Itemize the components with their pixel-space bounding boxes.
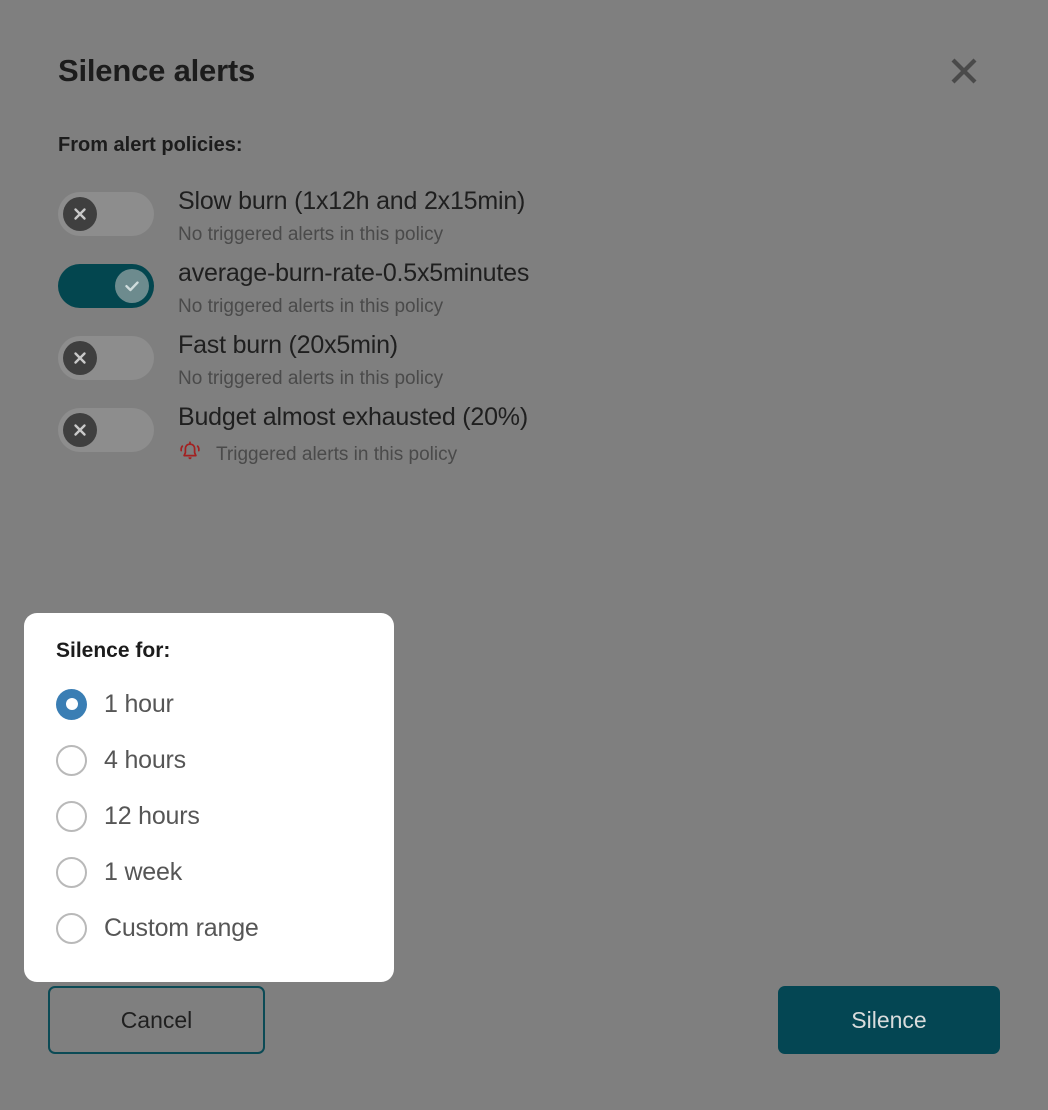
policy-row: Budget almost exhausted (20%) Triggered … [48,394,1000,471]
policy-name: Fast burn (20x5min) [178,331,398,360]
policy-toggle-budget-almost-exhausted[interactable] [58,408,154,453]
radio-option-1-hour[interactable]: 1 hour [24,676,394,732]
radio-button-icon [56,688,87,720]
silence-for-popup: Silence for: 1 hour 4 hours 12 hours 1 w… [24,613,394,983]
policy-status: Triggered alerts in this policy [178,433,1000,471]
x-icon [63,413,97,448]
silence-for-title: Silence for: [56,639,171,662]
radio-button-icon [56,744,87,776]
x-icon [63,341,97,376]
radio-label: Custom range [104,913,259,942]
policy-list: Slow burn (1x12h and 2x15min) No trigger… [48,156,1000,471]
radio-label: 1 hour [104,689,174,718]
silence-button[interactable]: Silence [778,986,1000,1054]
silence-duration-radio-group: 1 hour 4 hours 12 hours 1 week Custom ra… [24,662,394,956]
radio-option-4-hours[interactable]: 4 hours [24,732,394,788]
policy-status-label: Triggered alerts in this policy [216,444,458,466]
radio-button-icon [56,856,87,888]
page-title: Silence alerts [58,53,256,88]
from-alert-policies-label: From alert policies: [58,134,243,157]
radio-option-custom-range[interactable]: Custom range [24,900,394,956]
policy-status: No triggered alerts in this policy [178,289,1000,319]
policy-status-label: No triggered alerts in this policy [178,296,444,318]
policy-toggle-average-burn-rate[interactable] [58,264,154,309]
policy-name: Slow burn (1x12h and 2x15min) [178,187,526,216]
policy-status: No triggered alerts in this policy [178,361,1000,391]
policy-toggle-fast-burn[interactable] [58,336,154,381]
radio-label: 4 hours [104,745,186,774]
policy-toggle-slow-burn[interactable] [58,192,154,237]
policy-status: No triggered alerts in this policy [178,217,1000,247]
policy-name: average-burn-rate-0.5x5minutes [178,259,530,288]
policy-text: Fast burn (20x5min) No triggered alerts … [154,322,1000,391]
policy-row: Fast burn (20x5min) No triggered alerts … [48,322,1000,394]
radio-button-icon [56,912,87,944]
dialog-header: Silence alerts [48,0,1000,88]
close-icon [949,56,979,89]
policy-text: Budget almost exhausted (20%) Triggered … [154,394,1000,471]
radio-label: 1 week [104,857,183,886]
cancel-button[interactable]: Cancel [48,986,265,1054]
policy-row: average-burn-rate-0.5x5minutes No trigge… [48,250,1000,322]
dialog-footer: Cancel Silence [48,986,1000,1054]
check-icon [115,269,149,304]
radio-option-12-hours[interactable]: 12 hours [24,788,394,844]
silence-alerts-dialog: Silence alerts From alert policies: Slow… [0,0,1048,1110]
radio-button-icon [56,800,87,832]
policy-text: Slow burn (1x12h and 2x15min) No trigger… [154,178,1000,247]
close-button[interactable] [942,50,986,94]
policy-status-label: No triggered alerts in this policy [178,224,444,246]
bell-ringing-icon [178,440,202,471]
policy-text: average-burn-rate-0.5x5minutes No trigge… [154,250,1000,319]
policy-name: Budget almost exhausted (20%) [178,403,528,432]
policy-status-label: No triggered alerts in this policy [178,368,444,390]
x-icon [63,197,97,232]
policy-row: Slow burn (1x12h and 2x15min) No trigger… [48,178,1000,250]
radio-option-1-week[interactable]: 1 week [24,844,394,900]
radio-label: 12 hours [104,801,200,830]
